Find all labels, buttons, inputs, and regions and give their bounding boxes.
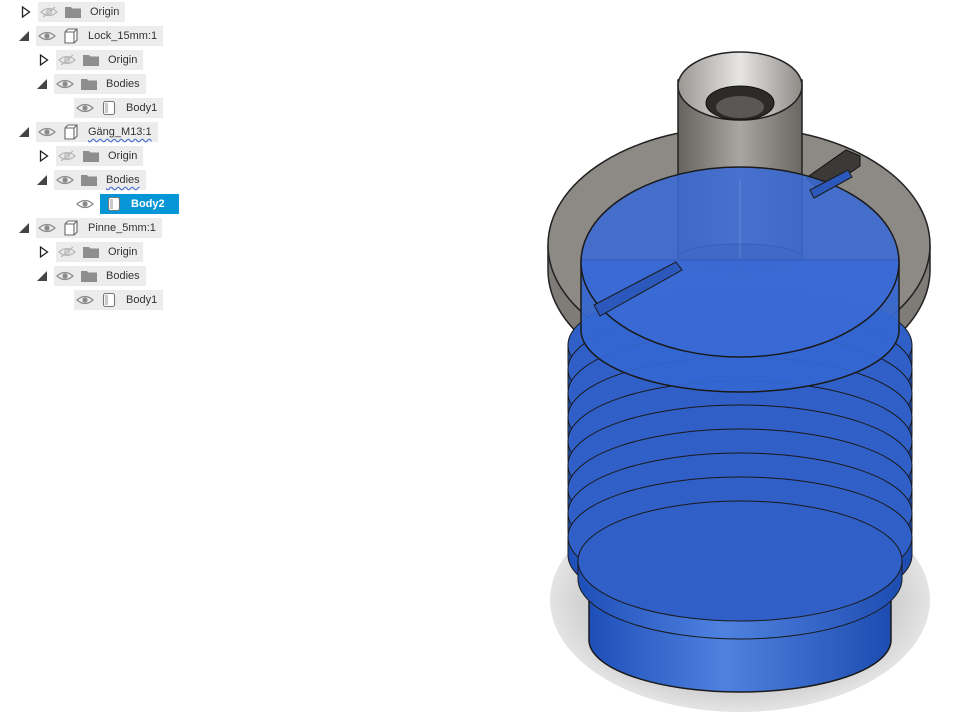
tree-chip[interactable]: Body1 <box>74 98 164 118</box>
tree-row-body2-selected[interactable]: Body2 <box>74 194 179 214</box>
eye-icon[interactable] <box>38 221 56 235</box>
collapse-arrow-icon[interactable] <box>18 29 30 43</box>
eye-hidden-icon[interactable] <box>58 149 76 163</box>
component-icon <box>62 124 80 140</box>
folder-icon <box>80 76 98 92</box>
expand-arrow-icon[interactable] <box>38 245 50 259</box>
tree-label: Origin <box>108 150 138 162</box>
eye-icon[interactable] <box>76 101 94 115</box>
tree-label: Bodies <box>106 174 140 186</box>
tree-row-origin[interactable]: Origin <box>20 2 126 22</box>
component-icon <box>62 220 80 236</box>
eye-hidden-icon[interactable] <box>58 245 76 259</box>
tree-chip[interactable]: Gäng_M13:1 <box>36 122 158 142</box>
collapse-arrow-icon[interactable] <box>36 269 48 283</box>
expand-arrow-icon[interactable] <box>38 149 50 163</box>
tree-chip[interactable]: Bodies <box>54 266 146 286</box>
folder-icon <box>82 148 100 164</box>
tree-row-gang-m13[interactable]: Gäng_M13:1 <box>18 122 158 142</box>
tree-row-bodies[interactable]: Bodies <box>36 74 146 94</box>
tree-chip[interactable]: Origin <box>38 2 126 22</box>
tree-chip[interactable]: Origin <box>56 146 144 166</box>
selected-item-highlight[interactable]: Body2 <box>100 194 179 214</box>
tree-row-bodies[interactable]: Bodies <box>36 170 146 190</box>
body-icon <box>105 196 123 212</box>
folder-icon <box>82 52 100 68</box>
eye-icon[interactable] <box>56 269 74 283</box>
eye-icon[interactable] <box>56 77 74 91</box>
tree-chip[interactable]: Bodies <box>54 74 146 94</box>
tree-chip[interactable]: Bodies <box>54 170 146 190</box>
folder-icon <box>80 172 98 188</box>
tree-row-lock-15mm[interactable]: Lock_15mm:1 <box>18 26 164 46</box>
eye-icon[interactable] <box>76 293 94 307</box>
component-icon <box>62 28 80 44</box>
tree-label: Body1 <box>126 102 158 114</box>
tree-row-body1[interactable]: Body1 <box>74 290 164 310</box>
tree-label: Body1 <box>126 294 158 306</box>
collapse-arrow-icon[interactable] <box>18 221 30 235</box>
tree-row-origin[interactable]: Origin <box>38 146 144 166</box>
body-icon <box>100 100 118 116</box>
tree-label: Origin <box>90 6 120 18</box>
expand-arrow-icon[interactable] <box>38 53 50 67</box>
tree-label: Origin <box>108 246 138 258</box>
eye-hidden-icon[interactable] <box>58 53 76 67</box>
folder-icon <box>80 268 98 284</box>
folder-icon <box>82 244 100 260</box>
tree-chip[interactable]: Pinne_5mm:1 <box>36 218 162 238</box>
expand-arrow-icon[interactable] <box>20 5 32 19</box>
tree-row-body1[interactable]: Body1 <box>74 98 164 118</box>
tree-row-bodies[interactable]: Bodies <box>36 266 146 286</box>
collapse-arrow-icon[interactable] <box>36 173 48 187</box>
tree-chip[interactable]: Lock_15mm:1 <box>36 26 164 46</box>
collapse-arrow-icon[interactable] <box>36 77 48 91</box>
tree-row-origin[interactable]: Origin <box>38 242 144 262</box>
tree-chip[interactable]: Origin <box>56 242 144 262</box>
eye-hidden-icon[interactable] <box>40 5 58 19</box>
tree-chip[interactable]: Origin <box>56 50 144 70</box>
tree-label: Gäng_M13:1 <box>88 126 152 138</box>
thread-crest <box>577 500 903 622</box>
eye-icon[interactable] <box>38 29 56 43</box>
tree-row-pinne-5mm[interactable]: Pinne_5mm:1 <box>18 218 162 238</box>
eye-icon[interactable] <box>56 173 74 187</box>
folder-icon <box>64 4 82 20</box>
body-icon <box>100 292 118 308</box>
tree-label: Lock_15mm:1 <box>88 30 158 42</box>
tree-label: Pinne_5mm:1 <box>88 222 156 234</box>
eye-icon[interactable] <box>76 197 94 211</box>
tree-label: Bodies <box>106 78 140 90</box>
blue-threaded-body[interactable] <box>567 166 913 693</box>
collapse-arrow-icon[interactable] <box>18 125 30 139</box>
eye-icon[interactable] <box>38 125 56 139</box>
tree-label: Bodies <box>106 270 140 282</box>
tree-chip[interactable]: Body1 <box>74 290 164 310</box>
tree-label: Body2 <box>131 198 165 210</box>
tree-chip[interactable]: Body2 <box>74 194 179 214</box>
tree-label: Origin <box>108 54 138 66</box>
tree-row-origin[interactable]: Origin <box>38 50 144 70</box>
